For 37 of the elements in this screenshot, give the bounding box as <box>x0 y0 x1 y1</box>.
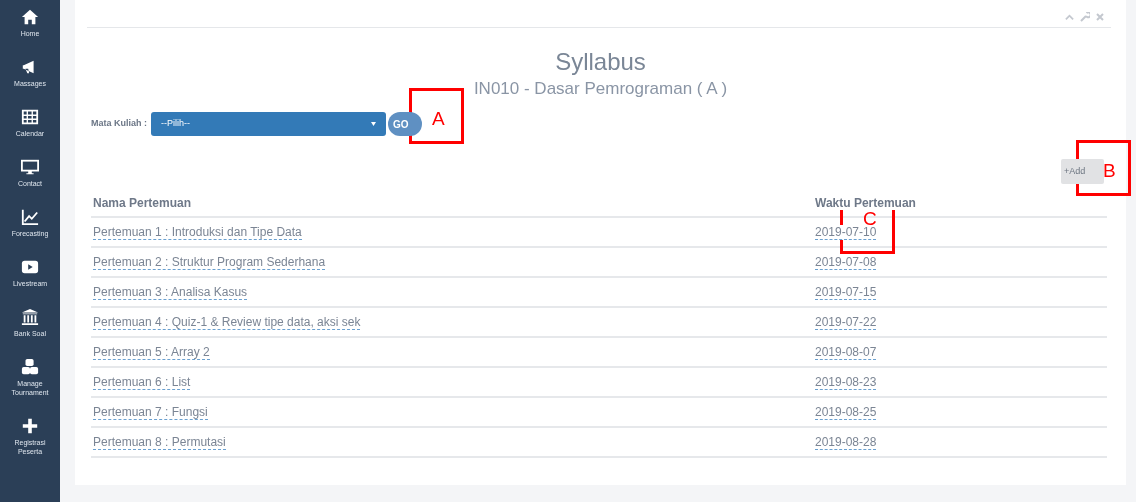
date-link[interactable]: 2019-07-15 <box>815 285 877 300</box>
wrench-icon[interactable] <box>1080 12 1090 22</box>
course-select[interactable]: --Pilih-- <box>151 112 386 136</box>
meeting-link[interactable]: Pertemuan 5 : Array 2 <box>93 345 210 360</box>
column-header: Waktu Pertemuan <box>815 196 916 210</box>
close-icon[interactable] <box>1096 13 1104 21</box>
date-link[interactable]: 2019-07-22 <box>815 315 877 330</box>
sidebar-item-icon <box>21 308 39 326</box>
date-link[interactable]: 2019-07-10 <box>815 225 877 240</box>
meeting-link[interactable]: Pertemuan 1 : Introduksi dan Tipe Data <box>93 225 302 240</box>
sidebar-item-icon <box>21 108 39 126</box>
annotation-box: A <box>409 88 464 144</box>
date-link[interactable]: 2019-08-23 <box>815 375 877 390</box>
add-button[interactable]: +Add <box>1061 159 1104 184</box>
course-subtitle: IN010 - Dasar Pemrograman ( A ) <box>472 79 729 99</box>
column-header: Nama Pertemuan <box>93 196 192 210</box>
sidebar-item-icon <box>21 8 39 26</box>
page-title: Syllabus <box>554 47 647 77</box>
meeting-link[interactable]: Pertemuan 7 : Fungsi <box>93 405 208 420</box>
sidebar-item-icon <box>21 417 39 435</box>
go-button[interactable]: GO <box>388 112 422 136</box>
meeting-link[interactable]: Pertemuan 8 : Permutasi <box>93 435 226 450</box>
date-link[interactable]: 2019-08-25 <box>815 405 877 420</box>
date-link[interactable]: 2019-08-07 <box>815 345 877 360</box>
collapse-icon[interactable] <box>1065 13 1074 22</box>
sidebar-item-icon <box>21 208 39 226</box>
sidebar-item-icon <box>21 358 39 376</box>
meeting-link[interactable]: Pertemuan 4 : Quiz-1 & Review tipe data, aksi sek <box>93 315 361 330</box>
date-link[interactable]: 2019-07-08 <box>815 255 877 270</box>
meeting-link[interactable]: Pertemuan 6 : List <box>93 375 191 390</box>
meeting-link[interactable]: Pertemuan 2 : Struktur Program Sederhana <box>93 255 326 270</box>
sidebar-item-icon <box>21 258 39 276</box>
sidebar-item-icon <box>21 158 39 176</box>
meeting-link[interactable]: Pertemuan 3 : Analisa Kasus <box>93 285 248 300</box>
date-link[interactable]: 2019-08-28 <box>815 435 877 450</box>
course-label: Mata Kuliah : <box>91 117 147 131</box>
caret-icon <box>371 122 376 126</box>
